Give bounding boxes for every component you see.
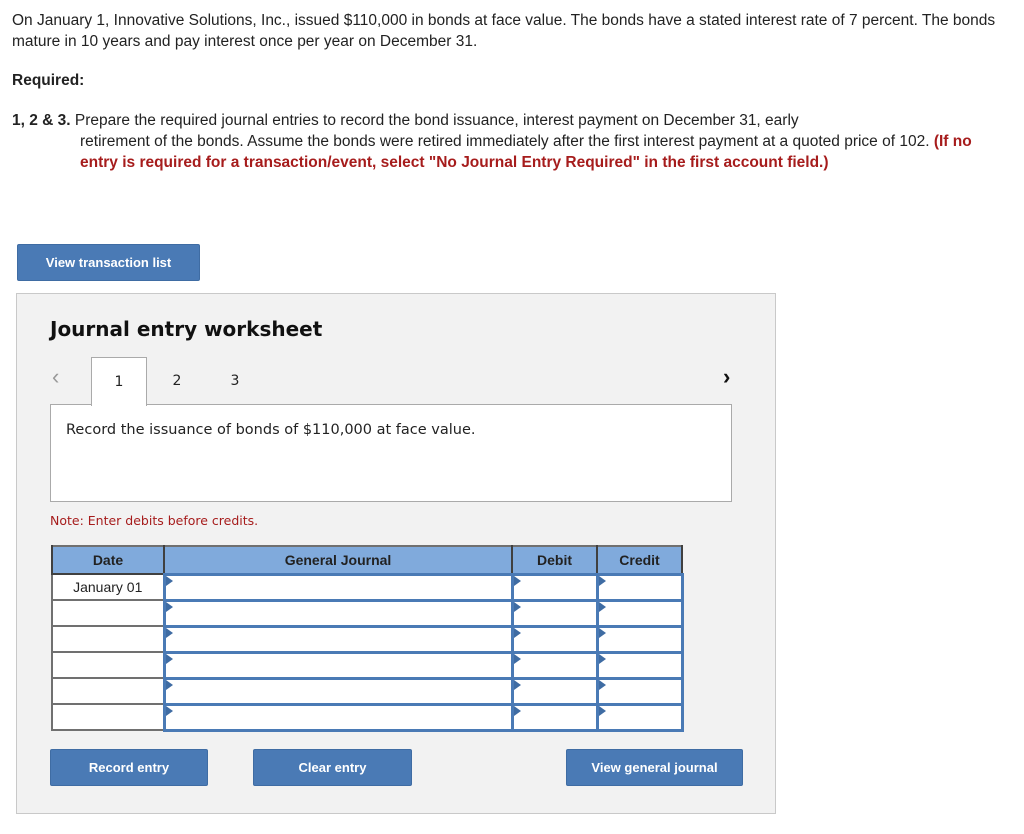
credit-input[interactable] [595, 572, 684, 602]
input-flag-icon [513, 575, 521, 586]
credit-input[interactable] [595, 702, 684, 732]
journal-table: Date General Journal Debit Credit Januar… [51, 545, 684, 732]
credit-input[interactable] [595, 676, 684, 706]
date-cell[interactable] [51, 651, 165, 679]
input-flag-icon [513, 627, 521, 638]
transaction-description: Record the issuance of bonds of $110,000… [66, 422, 476, 438]
dropdown-flag-icon [165, 653, 173, 664]
input-flag-icon [513, 601, 521, 612]
input-flag-icon [598, 679, 606, 690]
task-text-line1: Prepare the required journal entries to … [74, 112, 799, 129]
debit-input[interactable] [510, 650, 599, 680]
input-flag-icon [598, 653, 606, 664]
date-cell[interactable] [51, 599, 165, 627]
input-flag-icon [513, 653, 521, 664]
required-heading: Required: [12, 72, 85, 89]
header-general-journal: General Journal [163, 546, 513, 575]
date-cell: January 01 [51, 573, 165, 601]
account-input[interactable] [162, 624, 514, 654]
journal-entry-worksheet-panel: Journal entry worksheet ‹ › 1 2 3 Record… [16, 293, 776, 814]
account-input[interactable] [162, 702, 514, 732]
chevron-left-icon[interactable]: ‹ [52, 364, 59, 390]
debit-input[interactable] [510, 676, 599, 706]
account-input[interactable] [162, 572, 514, 602]
table-row [51, 650, 684, 680]
dropdown-flag-icon [165, 575, 173, 586]
dropdown-flag-icon [165, 627, 173, 638]
input-flag-icon [598, 705, 606, 716]
task-text-rest: retirement of the bonds. Assume the bond… [80, 133, 930, 150]
credit-input[interactable] [595, 650, 684, 680]
debit-input[interactable] [510, 702, 599, 732]
date-cell[interactable] [51, 703, 165, 731]
input-flag-icon [513, 679, 521, 690]
debit-input[interactable] [510, 624, 599, 654]
input-flag-icon [598, 627, 606, 638]
dropdown-flag-icon [165, 679, 173, 690]
record-entry-button[interactable]: Record entry [50, 749, 208, 786]
clear-entry-button[interactable]: Clear entry [253, 749, 412, 786]
input-flag-icon [598, 601, 606, 612]
table-row [51, 624, 684, 654]
task-instructions: 1, 2 & 3. Prepare the required journal e… [12, 110, 992, 173]
table-row [51, 702, 684, 732]
input-flag-icon [598, 575, 606, 586]
tab-3[interactable]: 3 [207, 357, 263, 405]
chevron-right-icon[interactable]: › [723, 364, 730, 390]
dropdown-flag-icon [165, 705, 173, 716]
date-cell[interactable] [51, 677, 165, 705]
credit-input[interactable] [595, 598, 684, 628]
worksheet-title: Journal entry worksheet [50, 317, 323, 341]
debit-input[interactable] [510, 572, 599, 602]
dropdown-flag-icon [165, 601, 173, 612]
account-input[interactable] [162, 598, 514, 628]
debit-credit-note: Note: Enter debits before credits. [50, 513, 259, 528]
problem-statement: On January 1, Innovative Solutions, Inc.… [12, 12, 996, 50]
date-cell[interactable] [51, 625, 165, 653]
credit-input[interactable] [595, 624, 684, 654]
tab-1[interactable]: 1 [91, 357, 147, 406]
view-transaction-list-button[interactable]: View transaction list [17, 244, 200, 281]
journal-header-row: Date General Journal Debit Credit [51, 546, 683, 575]
header-date: Date [51, 546, 165, 575]
table-row: January 01 [51, 572, 684, 602]
account-input[interactable] [162, 650, 514, 680]
transaction-description-box: Record the issuance of bonds of $110,000… [50, 404, 732, 502]
header-debit: Debit [511, 546, 598, 575]
header-credit: Credit [596, 546, 683, 575]
table-row [51, 676, 684, 706]
table-row [51, 598, 684, 628]
task-number: 1, 2 & 3. [12, 112, 71, 129]
debit-input[interactable] [510, 598, 599, 628]
account-input[interactable] [162, 676, 514, 706]
input-flag-icon [513, 705, 521, 716]
tab-2[interactable]: 2 [149, 357, 205, 405]
view-general-journal-button[interactable]: View general journal [566, 749, 743, 786]
